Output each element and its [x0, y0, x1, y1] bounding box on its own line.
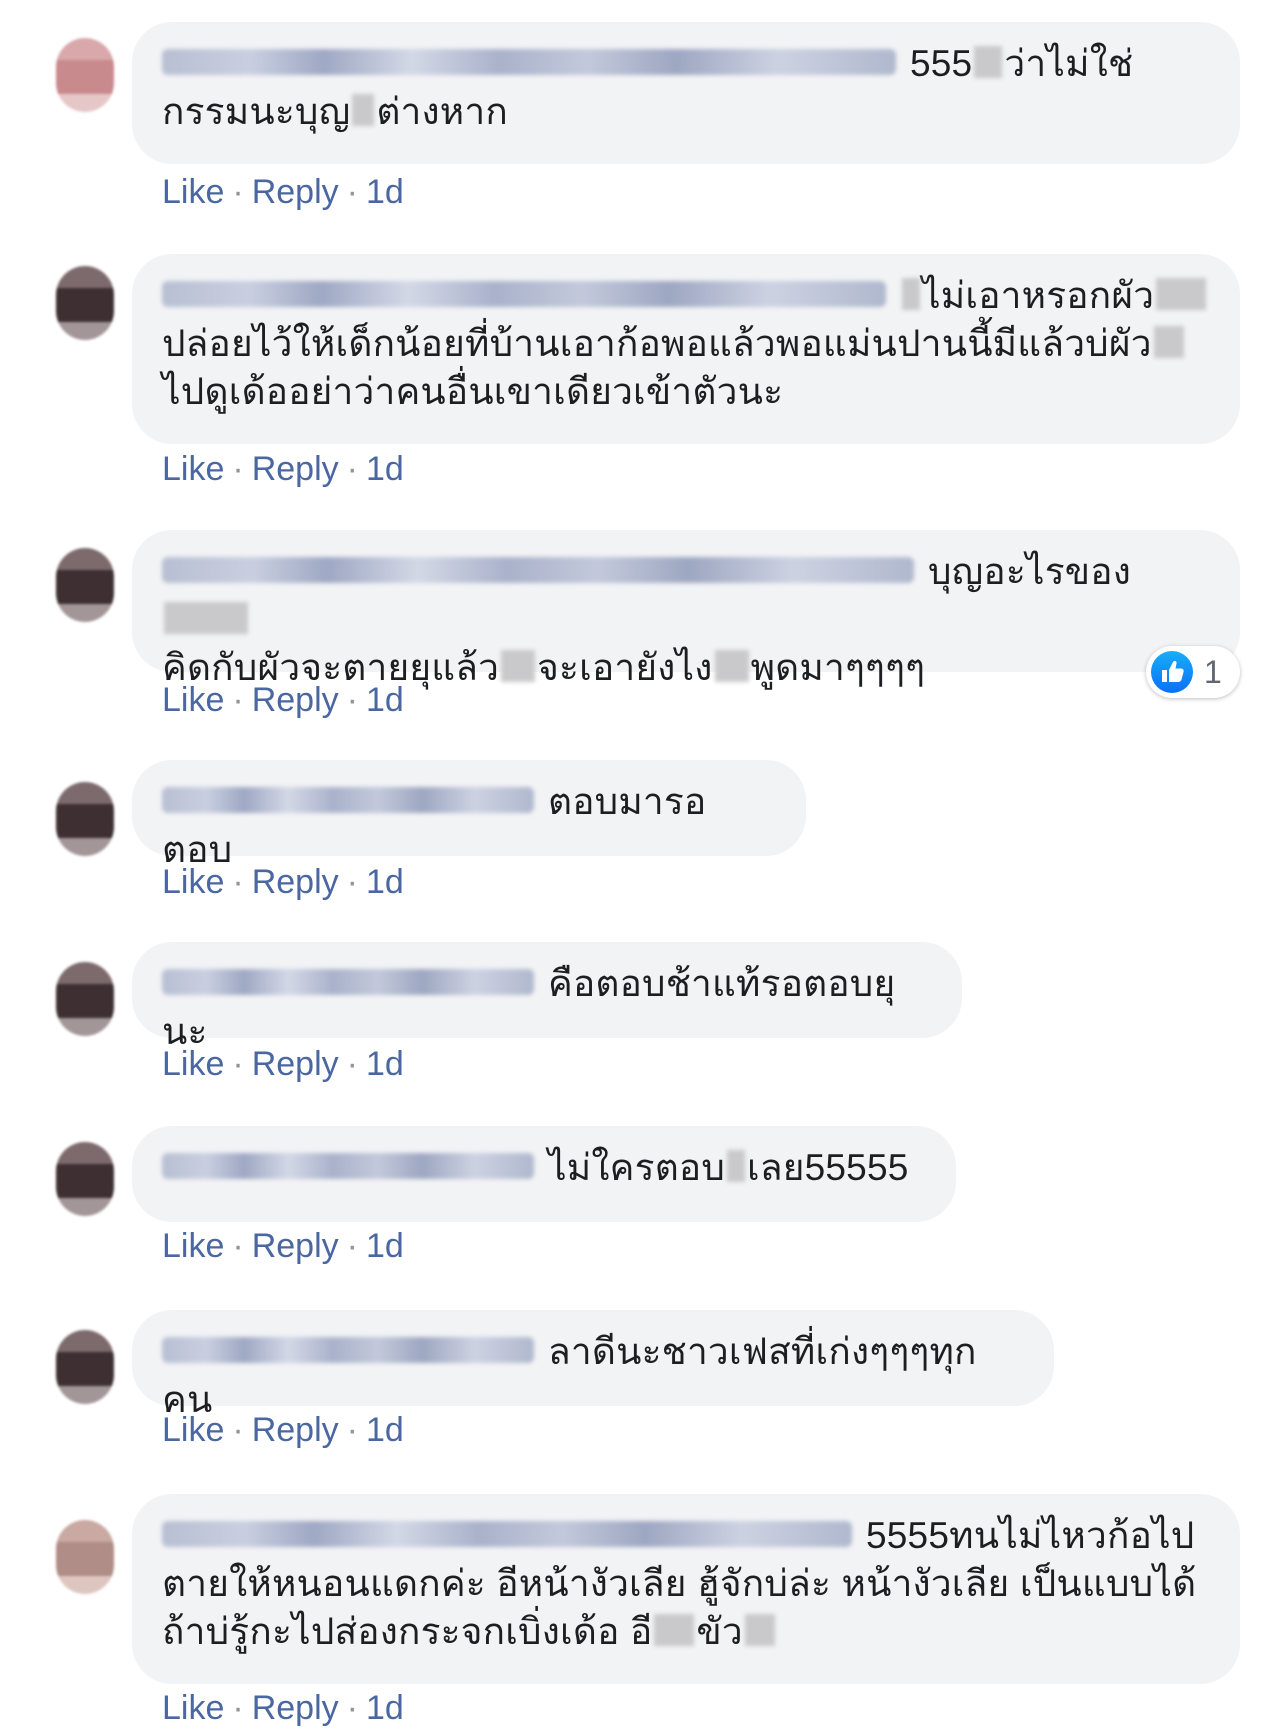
separator-dot: · — [346, 681, 358, 719]
censored-word — [974, 46, 1003, 79]
comment-text: 5555ทนไม่ไหวก้อไป ตายให้หนอนแดกค่ะ อีหน้… — [162, 1515, 1197, 1652]
timestamp[interactable]: 1d — [366, 173, 404, 211]
separator-dot: · — [346, 1045, 358, 1083]
separator-dot: · — [232, 173, 244, 211]
separator-dot: · — [232, 1045, 244, 1083]
commenter-name[interactable] — [162, 281, 886, 308]
like-link[interactable]: Like — [162, 1411, 224, 1449]
like-link[interactable]: Like — [162, 450, 224, 488]
like-link[interactable]: Like — [162, 1689, 224, 1727]
commenter-name[interactable] — [162, 787, 534, 814]
avatar[interactable] — [56, 1520, 114, 1594]
comment-bubble: ไม่เอาหรอกผัว ปล่อยไว้ให้เด็กน้อยที่บ้าน… — [132, 254, 1240, 444]
censored-word — [1156, 278, 1207, 311]
reaction-badge[interactable]: 1 — [1146, 646, 1240, 698]
reaction-count: 1 — [1204, 654, 1222, 690]
comment-actions: Like · Reply · 1d — [162, 172, 404, 212]
commenter-name[interactable] — [162, 1153, 534, 1180]
separator-dot: · — [232, 1411, 244, 1449]
comment-text: ไม่เอาหรอกผัว ปล่อยไว้ให้เด็กน้อยที่บ้าน… — [162, 272, 1210, 416]
like-link[interactable]: Like — [162, 681, 224, 719]
comment-text: บุญอะไรของ คิดกับผัวจะตายยุแล้ว จะเอายังไ… — [162, 551, 1131, 688]
comment-bubble: บุญอะไรของ คิดกับผัวจะตายยุแล้ว จะเอายังไ… — [132, 530, 1240, 688]
comment-bubble: คือตอบช้าแท้รอตอบยุนะ — [132, 942, 962, 1052]
timestamp[interactable]: 1d — [366, 1689, 404, 1727]
comment-actions: Like · Reply · 1d — [162, 862, 404, 902]
commenter-name[interactable] — [162, 969, 534, 996]
censored-word — [501, 650, 536, 683]
comment-actions: Like · Reply · 1d — [162, 1410, 404, 1450]
commenter-name[interactable] — [162, 557, 914, 584]
comment-bubble: ตอบมารอตอบ — [132, 760, 806, 870]
comment-bubble: ไม่ใครตอบ เลย55555 — [132, 1126, 956, 1222]
separator-dot: · — [346, 450, 358, 488]
timestamp[interactable]: 1d — [366, 1045, 404, 1083]
separator-dot: · — [346, 1689, 358, 1727]
commenter-name[interactable] — [162, 1337, 534, 1364]
reply-link[interactable]: Reply — [252, 1227, 339, 1265]
like-link[interactable]: Like — [162, 863, 224, 901]
comment-text: 555 ว่าไม่ใช่ กรรมนะบุญ ต่างหาก — [162, 43, 1134, 132]
avatar[interactable] — [56, 962, 114, 1036]
timestamp[interactable]: 1d — [366, 1411, 404, 1449]
reply-link[interactable]: Reply — [252, 1689, 339, 1727]
comment-actions: Like · Reply · 1d — [162, 1688, 404, 1728]
avatar[interactable] — [56, 782, 114, 856]
timestamp[interactable]: 1d — [366, 681, 404, 719]
like-icon — [1151, 651, 1193, 693]
comment-actions: Like · Reply · 1d — [162, 449, 404, 489]
censored-word — [714, 650, 749, 683]
reply-link[interactable]: Reply — [252, 863, 339, 901]
avatar[interactable] — [56, 266, 114, 340]
separator-dot: · — [232, 863, 244, 901]
timestamp[interactable]: 1d — [366, 1227, 404, 1265]
comment-actions: Like · Reply · 1d — [162, 1226, 404, 1266]
commenter-name[interactable] — [162, 49, 896, 76]
reply-link[interactable]: Reply — [252, 173, 339, 211]
separator-dot: · — [346, 1411, 358, 1449]
avatar[interactable] — [56, 1142, 114, 1216]
avatar[interactable] — [56, 1330, 114, 1404]
avatar[interactable] — [56, 38, 114, 112]
separator-dot: · — [232, 681, 244, 719]
reply-link[interactable]: Reply — [252, 450, 339, 488]
like-link[interactable]: Like — [162, 1227, 224, 1265]
like-link[interactable]: Like — [162, 1045, 224, 1083]
avatar[interactable] — [56, 548, 114, 622]
reply-link[interactable]: Reply — [252, 1045, 339, 1083]
timestamp[interactable]: 1d — [366, 450, 404, 488]
separator-dot: · — [346, 173, 358, 211]
separator-dot: · — [346, 1227, 358, 1265]
comment-text: ตอบมารอตอบ — [162, 781, 707, 870]
censored-word — [902, 278, 920, 311]
separator-dot: · — [232, 1689, 244, 1727]
comment-actions: Like · Reply · 1d — [162, 1044, 404, 1084]
timestamp[interactable]: 1d — [366, 863, 404, 901]
separator-dot: · — [232, 450, 244, 488]
censored-word — [164, 602, 248, 635]
censored-word — [744, 1614, 775, 1647]
comment-actions: Like · Reply · 1d — [162, 680, 404, 720]
separator-dot: · — [346, 863, 358, 901]
like-link[interactable]: Like — [162, 173, 224, 211]
separator-dot: · — [232, 1227, 244, 1265]
reply-link[interactable]: Reply — [252, 681, 339, 719]
reply-link[interactable]: Reply — [252, 1411, 339, 1449]
comment-bubble: 555 ว่าไม่ใช่ กรรมนะบุญ ต่างหาก — [132, 22, 1240, 164]
comment-text: ไม่ใครตอบ เลย55555 — [162, 1144, 926, 1192]
censored-word — [654, 1614, 695, 1647]
censored-word — [727, 1150, 746, 1183]
comment-bubble: 5555ทนไม่ไหวก้อไป ตายให้หนอนแดกค่ะ อีหน้… — [132, 1494, 1240, 1684]
comment-text: คือตอบช้าแท้รอตอบยุนะ — [162, 963, 896, 1052]
censored-word — [352, 94, 375, 127]
comment-bubble: ลาดีนะชาวเฟสที่เก่งๆๆๆทุกคน — [132, 1310, 1054, 1420]
commenter-name[interactable] — [162, 1521, 852, 1548]
censored-word — [1153, 326, 1184, 359]
